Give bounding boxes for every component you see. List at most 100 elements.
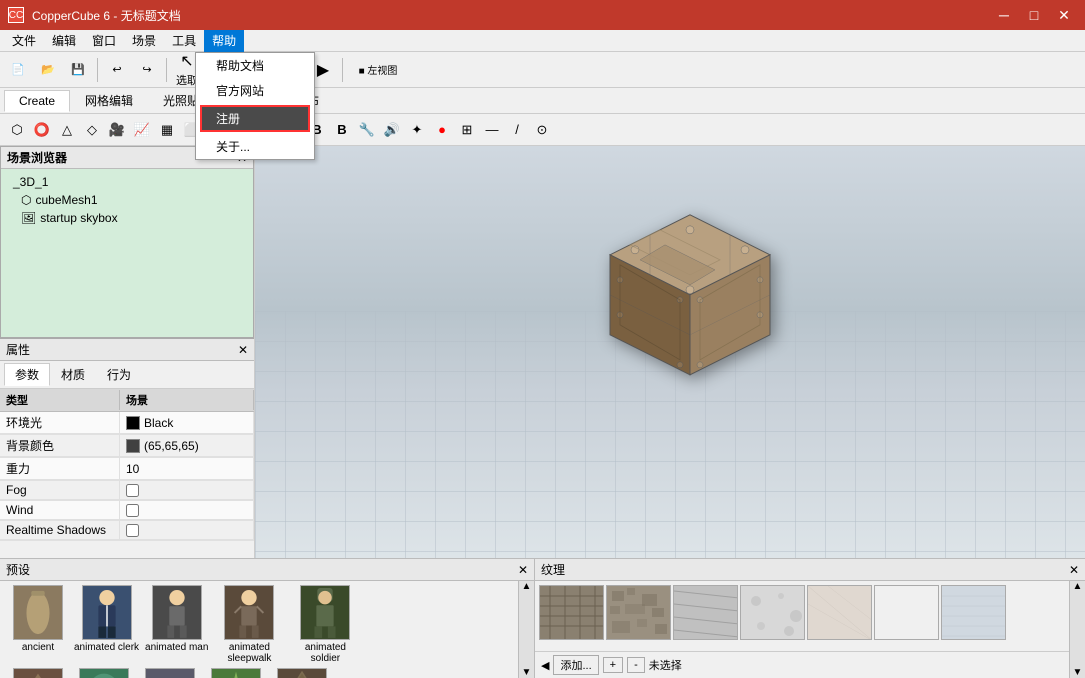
t2-grid[interactable]: ▦: [156, 119, 178, 141]
leftview-button[interactable]: ■ 左视图: [348, 56, 408, 84]
scene-browser: 场景浏览器 ✕ _3D_1 ⬡ cubeMesh1 🖼 startup skyb…: [0, 146, 254, 338]
window-controls[interactable]: ─ □ ✕: [991, 5, 1077, 25]
preset-row2-1[interactable]: [74, 668, 134, 678]
preset-row2-2[interactable]: [140, 668, 200, 678]
texture-3[interactable]: [740, 585, 805, 640]
properties-header: 属性 ✕: [0, 339, 254, 361]
prop-value-gravity[interactable]: 10: [120, 458, 254, 480]
tab-create[interactable]: Create: [4, 90, 70, 112]
tree-icon-cubemesh: ⬡: [21, 193, 31, 207]
preset-animated-soldier[interactable]: animated soldier: [290, 585, 360, 664]
tree-label-3d1: _3D_1: [13, 175, 48, 189]
shadows-checkbox[interactable]: [126, 524, 139, 537]
minimize-button[interactable]: ─: [991, 5, 1017, 25]
col-scene: 场景: [120, 390, 254, 410]
bgcolor-swatch[interactable]: [126, 439, 140, 453]
new-button[interactable]: 📄: [4, 56, 32, 84]
ambient-swatch[interactable]: [126, 416, 140, 430]
t2-particle[interactable]: ✦: [406, 119, 428, 141]
t2-b2[interactable]: B: [331, 119, 353, 141]
texture-4[interactable]: [807, 585, 872, 640]
texture-1[interactable]: [606, 585, 671, 640]
prop-value-ambient[interactable]: Black: [120, 412, 254, 434]
preset-row2-thumb-0: [13, 668, 63, 678]
textures-footer: ◀ 添加... + - 未选择: [535, 651, 1069, 678]
menu-help-about[interactable]: 关于...: [196, 134, 314, 159]
t2-circle[interactable]: ⭕: [31, 119, 53, 141]
maximize-button[interactable]: □: [1021, 5, 1047, 25]
textures-scrollbar[interactable]: ▲ ▼: [1069, 581, 1085, 678]
viewport[interactable]: [255, 146, 1085, 558]
menu-help-docs[interactable]: 帮助文档: [196, 53, 314, 78]
undo-button[interactable]: ↩: [103, 56, 131, 84]
preset-thumb-man: [152, 585, 202, 640]
t2-slash[interactable]: /: [506, 119, 528, 141]
props-tab-params[interactable]: 参数: [4, 363, 50, 386]
open-button[interactable]: 📂: [34, 56, 62, 84]
t2-line[interactable]: —: [481, 119, 503, 141]
tab-mesh-edit[interactable]: 网格编辑: [70, 88, 148, 113]
textures-scroll-down[interactable]: ▼: [1073, 667, 1083, 678]
t2-red[interactable]: ●: [431, 119, 453, 141]
t2-sphere[interactable]: ⬡: [6, 119, 28, 141]
cube-3d: [590, 205, 790, 398]
left-panel: 场景浏览器 ✕ _3D_1 ⬡ cubeMesh1 🖼 startup skyb…: [0, 146, 255, 558]
prop-value-shadows[interactable]: [120, 521, 254, 540]
tree-item-cubemesh[interactable]: ⬡ cubeMesh1: [5, 191, 249, 209]
t2-wrench[interactable]: 🔧: [356, 119, 378, 141]
menu-window[interactable]: 窗口: [84, 30, 124, 52]
textures-plus-btn[interactable]: +: [603, 657, 623, 673]
tree-item-3d1[interactable]: _3D_1: [5, 173, 249, 191]
t2-terrain[interactable]: 📈: [131, 119, 153, 141]
texture-6[interactable]: [941, 585, 1006, 640]
menu-tools[interactable]: 工具: [164, 30, 204, 52]
presets-scroll-up[interactable]: ▲: [522, 581, 532, 592]
props-tab-material[interactable]: 材质: [50, 363, 96, 386]
t2-triangle[interactable]: △: [56, 119, 78, 141]
fog-checkbox[interactable]: [126, 484, 139, 497]
menu-help[interactable]: 帮助: [204, 30, 244, 52]
menu-help-website[interactable]: 官方网站: [196, 78, 314, 103]
textures-close[interactable]: ✕: [1069, 563, 1079, 577]
menu-file[interactable]: 文件: [4, 30, 44, 52]
tree-item-skybox[interactable]: 🖼 startup skybox: [5, 209, 249, 227]
properties-scroll[interactable]: 环境光 Black 背景颜色 (65,65,65): [0, 412, 254, 558]
texture-2[interactable]: [673, 585, 738, 640]
t2-diamond[interactable]: ◇: [81, 119, 103, 141]
prop-value-bgcolor[interactable]: (65,65,65): [120, 435, 254, 457]
presets-scrollbar[interactable]: ▲ ▼: [518, 581, 534, 678]
preset-row2-0[interactable]: [8, 668, 68, 678]
texture-0[interactable]: [539, 585, 604, 640]
prop-row-wind: Wind: [0, 501, 254, 521]
t2-camera[interactable]: 🎥: [106, 119, 128, 141]
preset-row2-4[interactable]: [272, 668, 332, 678]
presets-close[interactable]: ✕: [518, 563, 528, 577]
textures-scroll-up[interactable]: ▲: [1073, 581, 1083, 592]
preset-animated-man[interactable]: animated man: [145, 585, 208, 664]
preset-animated-clerk[interactable]: animated clerk: [74, 585, 139, 664]
t2-grid2[interactable]: ⊞: [456, 119, 478, 141]
preset-animated-sleepwalk[interactable]: animated sleepwalk: [214, 585, 284, 664]
texture-5[interactable]: [874, 585, 939, 640]
wind-checkbox[interactable]: [126, 504, 139, 517]
props-tab-behavior[interactable]: 行为: [96, 363, 142, 386]
close-button[interactable]: ✕: [1051, 5, 1077, 25]
textures-minus-btn[interactable]: -: [627, 657, 645, 673]
prop-label-wind: Wind: [0, 501, 120, 520]
prop-value-wind[interactable]: [120, 501, 254, 520]
save-button[interactable]: 💾: [64, 56, 92, 84]
menu-scene[interactable]: 场景: [124, 30, 164, 52]
presets-row2: [0, 666, 518, 678]
prop-value-fog[interactable]: [120, 481, 254, 500]
t2-circle2[interactable]: ⊙: [531, 119, 553, 141]
presets-scroll-down[interactable]: ▼: [522, 667, 532, 678]
preset-ancient[interactable]: ancient: [8, 585, 68, 664]
textures-scroll-left[interactable]: ◀: [541, 659, 549, 672]
menu-edit[interactable]: 编辑: [44, 30, 84, 52]
textures-add-btn[interactable]: 添加...: [553, 655, 598, 675]
properties-close[interactable]: ✕: [238, 343, 248, 357]
menu-help-register[interactable]: 注册: [200, 105, 310, 132]
preset-row2-3[interactable]: [206, 668, 266, 678]
redo-button[interactable]: ↪: [133, 56, 161, 84]
t2-sound[interactable]: 🔊: [381, 119, 403, 141]
